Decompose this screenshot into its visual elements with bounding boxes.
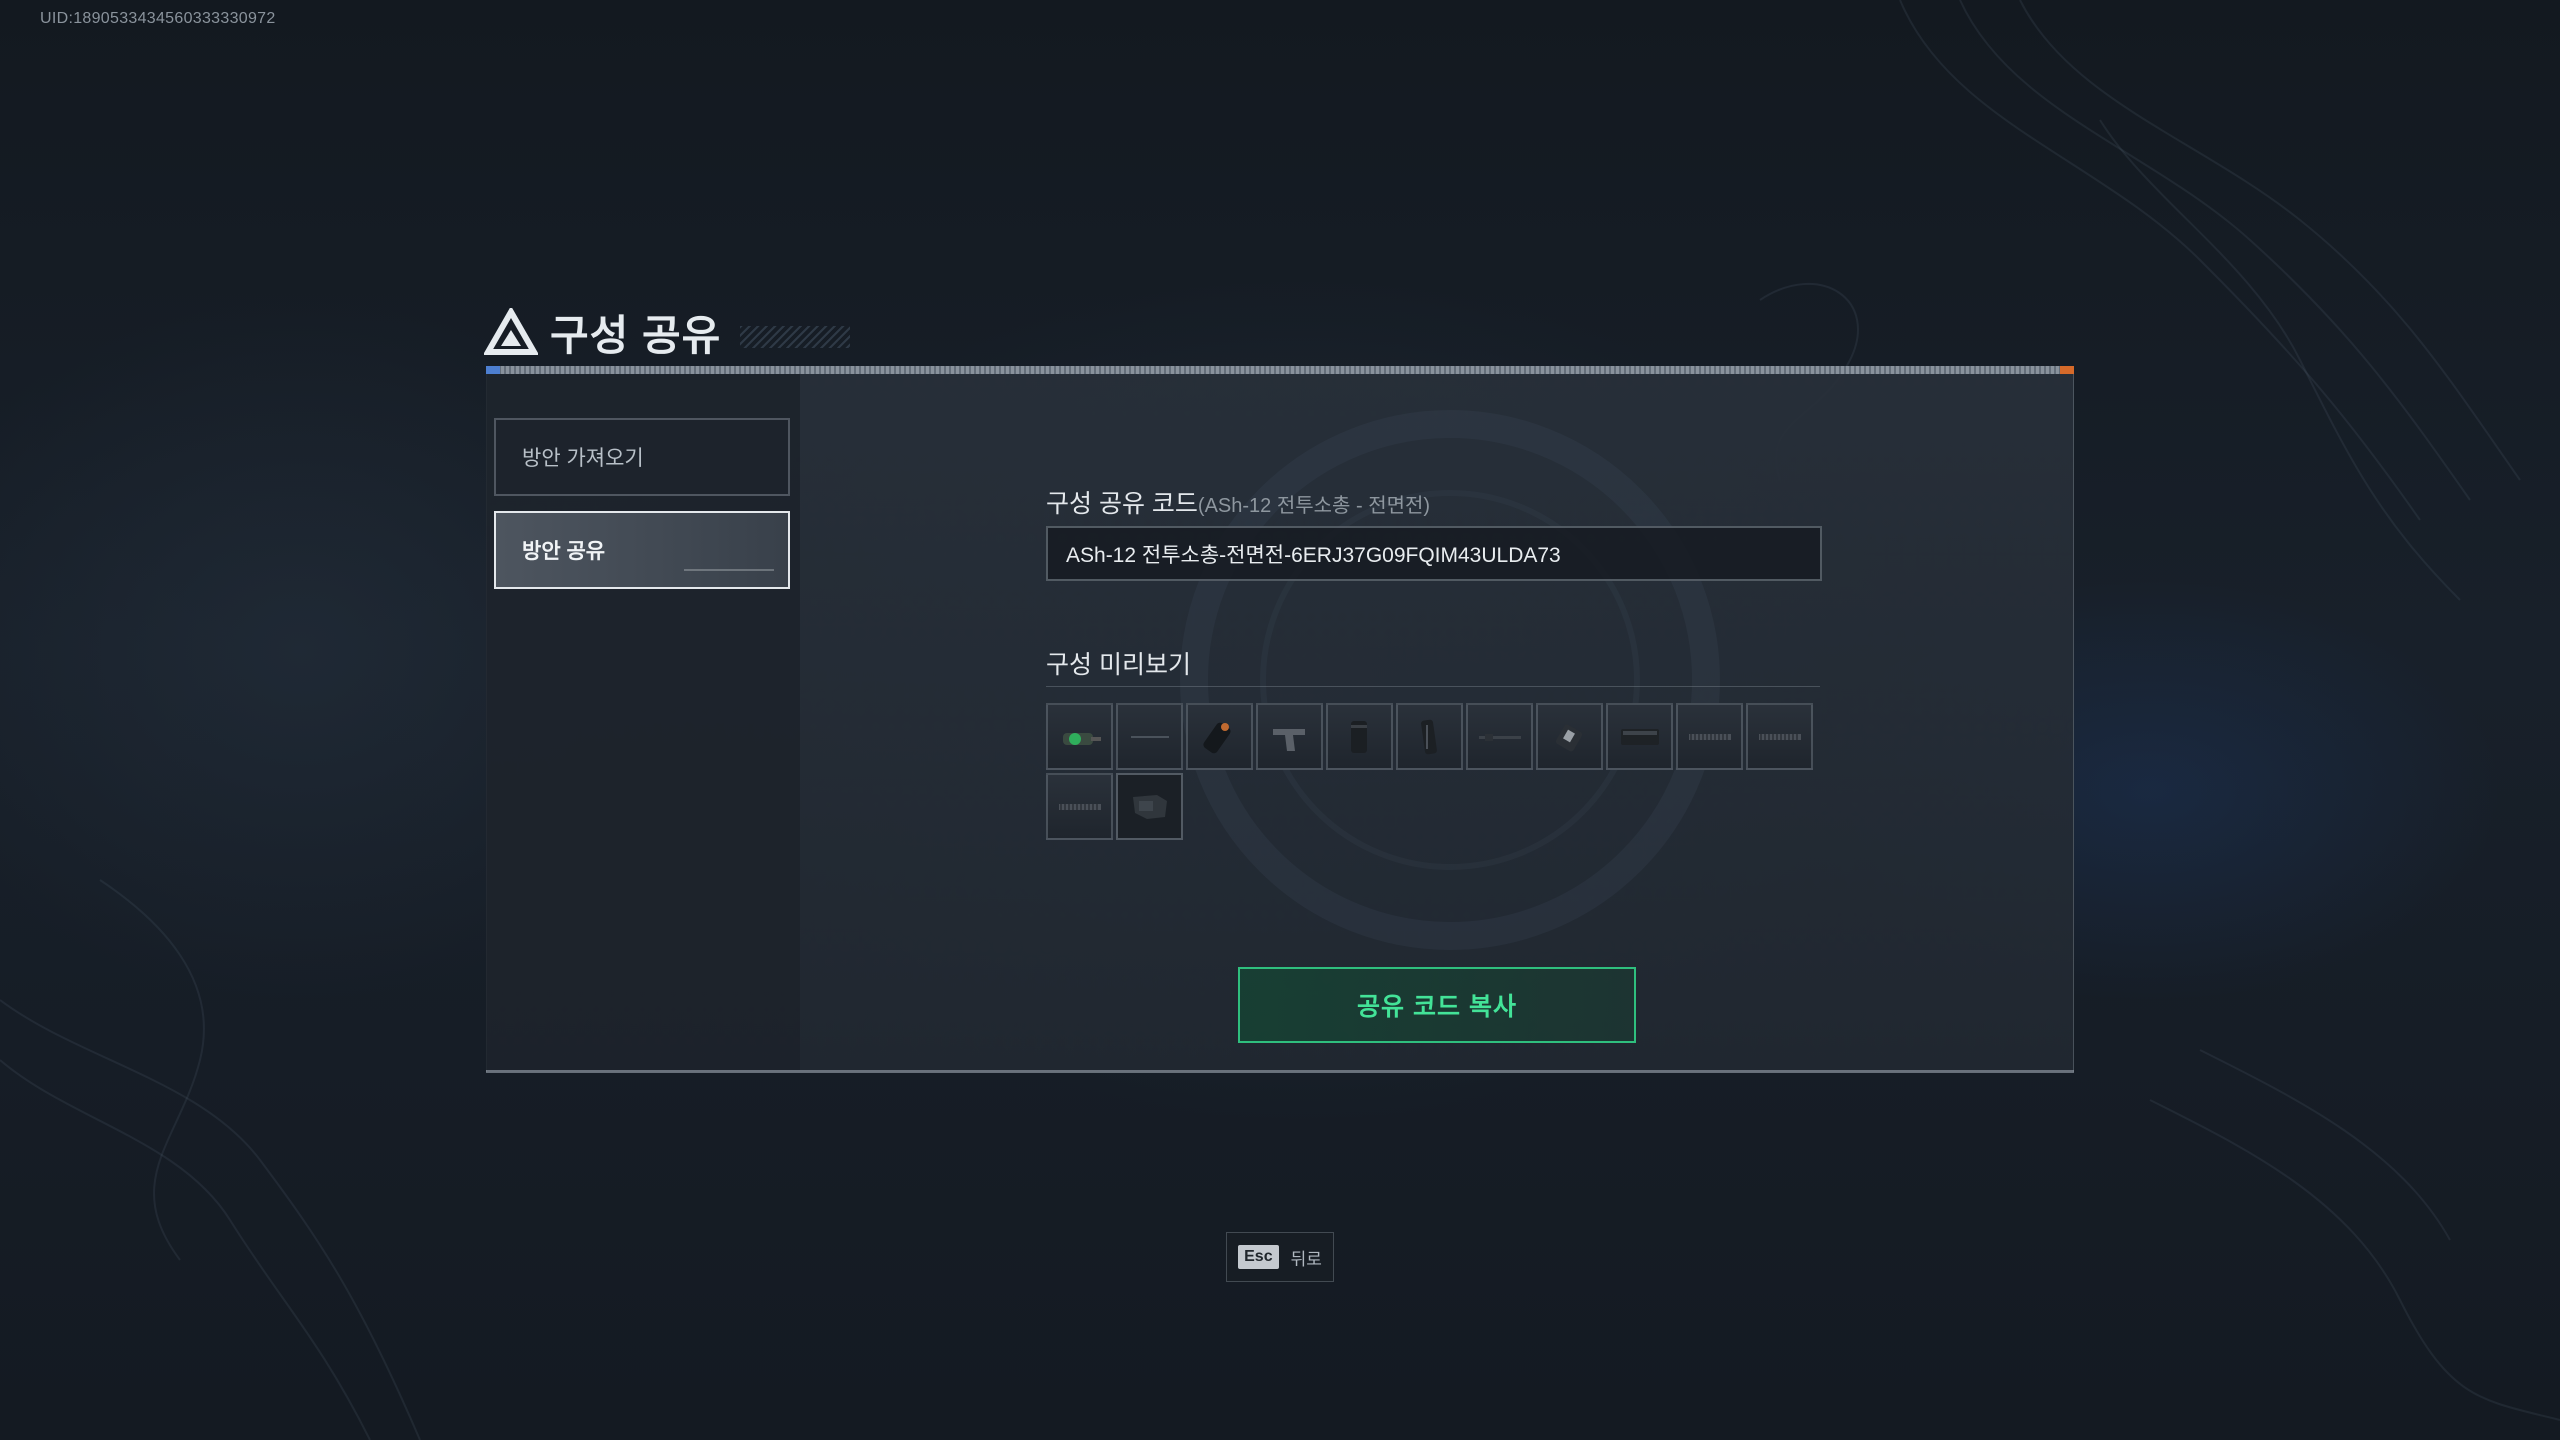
- preview-slot[interactable]: [1046, 703, 1113, 770]
- panel-top-accent-right: [2060, 366, 2074, 374]
- preview-slot[interactable]: [1326, 703, 1393, 770]
- share-code-sublabel: (ASh-12 전투소총 - 전면전): [1197, 495, 1431, 517]
- tab-share-plan[interactable]: 방안 공유: [494, 511, 790, 589]
- share-code-field[interactable]: ASh-12 전투소총-전면전-6ERJ37G09FQIM43ULDA73: [1046, 526, 1822, 581]
- stock-icon: [1132, 794, 1167, 819]
- share-code-label: 구성 공유 코드: [1046, 490, 1198, 518]
- preview-slot[interactable]: [1116, 703, 1183, 770]
- back-label: 뒤로: [1290, 1249, 1322, 1269]
- rail-panel-icon: [1758, 733, 1801, 740]
- preview-slot[interactable]: [1396, 703, 1463, 770]
- tab-import-plan-label: 방안 가져오기: [522, 447, 644, 470]
- preview-slot[interactable]: [1256, 703, 1323, 770]
- rail-panel-icon: [1058, 803, 1101, 810]
- share-code-value: ASh-12 전투소총-전면전-6ERJ37G09FQIM43ULDA73: [1066, 543, 1561, 567]
- suppressor-icon: [1350, 720, 1367, 753]
- delta-logo-icon: [484, 308, 538, 355]
- long-barrel-icon: [1478, 733, 1521, 741]
- tab-import-plan[interactable]: 방안 가져오기: [494, 418, 790, 496]
- preview-slot[interactable]: [1116, 773, 1183, 840]
- uid-label: UID:1890533434560333330972: [40, 10, 276, 27]
- thin-rail-icon: [1130, 735, 1169, 738]
- flashlight-icon: [1202, 722, 1231, 753]
- share-code-heading: 구성 공유 코드(ASh-12 전투소총 - 전면전): [1046, 484, 1430, 520]
- preview-slot[interactable]: [1186, 703, 1253, 770]
- copy-share-code-label: 공유 코드 복사: [1357, 993, 1517, 1021]
- preview-slot[interactable]: [1676, 703, 1743, 770]
- rail-panel-icon: [1688, 733, 1731, 740]
- preview-heading: 구성 미리보기: [1046, 645, 1191, 681]
- title-decoration-stripes: [740, 326, 850, 348]
- preview-slot[interactable]: [1606, 703, 1673, 770]
- green-sight-icon: [1062, 732, 1101, 745]
- grip-icon: [1272, 728, 1305, 751]
- preview-slot[interactable]: [1466, 703, 1533, 770]
- receiver-cover-icon: [1620, 728, 1659, 745]
- panel-top-accent-left: [486, 366, 500, 374]
- preview-divider: [1046, 686, 1820, 687]
- tab-share-plan-label: 방안 공유: [522, 540, 606, 563]
- panel-bottom-border: [486, 1070, 2074, 1073]
- magazine-icon: [1420, 719, 1437, 754]
- panel-top-border: [486, 366, 2074, 374]
- preview-label: 구성 미리보기: [1046, 651, 1191, 679]
- laser-module-icon: [1555, 724, 1582, 751]
- preview-slot[interactable]: [1046, 773, 1113, 840]
- preview-slot-grid: [1046, 703, 1822, 840]
- preview-slot[interactable]: [1536, 703, 1603, 770]
- esc-key-icon: Esc: [1238, 1245, 1279, 1269]
- back-button[interactable]: Esc 뒤로: [1226, 1232, 1334, 1282]
- dialog-title-bar: 구성 공유: [484, 302, 721, 362]
- dialog-title: 구성 공유: [550, 311, 722, 359]
- copy-share-code-button[interactable]: 공유 코드 복사: [1238, 967, 1636, 1043]
- preview-slot[interactable]: [1746, 703, 1813, 770]
- tab-active-decoration: [684, 569, 774, 571]
